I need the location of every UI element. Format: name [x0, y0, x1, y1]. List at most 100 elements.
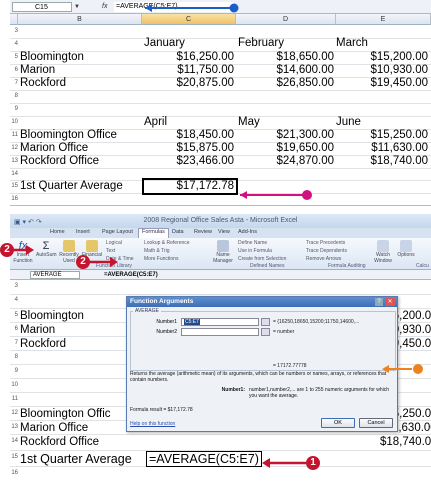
ok-button[interactable]: OK: [321, 418, 355, 428]
number2-input[interactable]: [181, 328, 259, 336]
math-trig-button[interactable]: Math & Trig: [144, 248, 170, 254]
row-number[interactable]: 4: [10, 297, 18, 303]
sales-value[interactable]: $21,300.00: [238, 129, 334, 141]
tab-page-layout[interactable]: Page Layout: [102, 229, 133, 235]
quarter-average-value[interactable]: $17,172.78: [144, 180, 234, 192]
more-functions-button[interactable]: More Functions: [144, 256, 178, 262]
sales-value[interactable]: $26,850.00: [238, 77, 334, 89]
name-box[interactable]: C15: [12, 2, 72, 12]
remove-arrows-button[interactable]: Remove Arrows: [306, 256, 341, 262]
office-name[interactable]: Rockford Office: [20, 155, 99, 167]
insert-function-button[interactable]: fx Insert Function: [12, 240, 34, 264]
sales-value[interactable]: $23,466.00: [144, 155, 234, 167]
collapse-dialog-icon[interactable]: [261, 328, 270, 336]
row-number[interactable]: 9: [10, 368, 18, 374]
close-icon[interactable]: ✕: [385, 298, 395, 306]
trace-precedents-button[interactable]: Trace Precedents: [306, 240, 345, 246]
office-name[interactable]: Bloomington: [20, 310, 84, 322]
tab-insert[interactable]: Insert: [76, 229, 90, 235]
tab-formulas[interactable]: Formulas: [138, 228, 169, 238]
office-name[interactable]: Marion: [20, 64, 55, 76]
sales-value[interactable]: $18,450.00: [144, 129, 234, 141]
month-header[interactable]: June: [336, 116, 361, 128]
sales-value[interactable]: $18,740.00: [336, 155, 428, 167]
logical-button[interactable]: Logical: [106, 240, 122, 246]
row-number[interactable]: 8: [10, 354, 18, 360]
row-number[interactable]: 8: [10, 93, 18, 99]
row-number[interactable]: 15: [10, 183, 18, 189]
autosum-button[interactable]: Σ AutoSum: [36, 240, 57, 258]
column-header-e[interactable]: E: [336, 14, 431, 25]
row-number[interactable]: 15: [10, 454, 18, 460]
row-number[interactable]: 7: [10, 80, 18, 86]
cancel-button[interactable]: Cancel: [359, 418, 393, 428]
collapse-dialog-icon[interactable]: [261, 318, 270, 326]
quarter-average-label[interactable]: 1st Quarter Average: [20, 452, 132, 466]
office-name[interactable]: Bloomington: [20, 51, 84, 63]
sales-value[interactable]: $24,870.00: [238, 155, 334, 167]
row-number[interactable]: 5: [10, 54, 18, 60]
text-button[interactable]: Text: [106, 248, 115, 254]
row-number[interactable]: 12: [10, 145, 18, 151]
sales-value[interactable]: $18,650.00: [238, 51, 334, 63]
formula-input[interactable]: =AVERAGE(C5:E7): [114, 2, 234, 12]
office-name[interactable]: Marion Office: [20, 142, 88, 154]
office-name[interactable]: Marion Office: [20, 422, 88, 434]
row-number[interactable]: 7: [10, 340, 18, 346]
sales-value[interactable]: $18,740.00: [380, 436, 431, 448]
month-header[interactable]: January: [144, 37, 185, 49]
sales-value[interactable]: $16,250.00: [144, 51, 234, 63]
help-on-function-link[interactable]: Help on this function: [130, 421, 175, 427]
formula-input[interactable]: =AVERAGE(C5:E7): [104, 271, 158, 279]
month-header[interactable]: May: [238, 116, 260, 128]
sales-value[interactable]: $19,450.00: [336, 77, 428, 89]
sales-value[interactable]: $15,250.00: [336, 129, 428, 141]
row-number[interactable]: 9: [10, 106, 18, 112]
row-number[interactable]: 16: [10, 196, 18, 202]
office-name[interactable]: Marion: [20, 324, 55, 336]
help-icon[interactable]: ?: [375, 298, 383, 306]
office-name[interactable]: Rockford Office: [20, 436, 99, 448]
options-button[interactable]: Options: [396, 240, 416, 258]
corner-header[interactable]: [10, 14, 18, 25]
office-name[interactable]: Rockford: [20, 338, 66, 350]
quick-access-toolbar[interactable]: ▣ ▾ ↶ ↷: [14, 216, 54, 226]
office-name[interactable]: Bloomington Offic: [20, 408, 111, 420]
row-number[interactable]: 11: [10, 396, 18, 402]
column-header-b[interactable]: B: [18, 14, 142, 25]
name-box[interactable]: AVERAGE: [30, 271, 80, 279]
trace-dependents-button[interactable]: Trace Dependents: [306, 248, 347, 254]
tab-home[interactable]: Home: [50, 229, 65, 235]
column-header-d[interactable]: D: [236, 14, 336, 25]
date-time-button[interactable]: Date & Time: [106, 256, 134, 262]
row-number[interactable]: 11: [10, 132, 18, 138]
create-from-selection-button[interactable]: Create from Selection: [238, 256, 286, 262]
sales-value[interactable]: $20,875.00: [144, 77, 234, 89]
month-header[interactable]: March: [336, 37, 368, 49]
row-number[interactable]: 13: [10, 158, 18, 164]
row-number[interactable]: 10: [10, 382, 18, 388]
row-number[interactable]: 14: [10, 171, 18, 177]
row-number[interactable]: 5: [10, 312, 18, 318]
sales-value[interactable]: $10,930.00: [336, 64, 428, 76]
sales-value[interactable]: $11,750.00: [144, 64, 234, 76]
sales-value[interactable]: $11,630.00: [336, 142, 428, 154]
fx-icon[interactable]: fx: [102, 2, 107, 12]
watch-window-button[interactable]: Watch Window: [372, 240, 394, 264]
row-number[interactable]: 10: [10, 119, 18, 125]
row-number[interactable]: 6: [10, 326, 18, 332]
office-name[interactable]: Rockford: [20, 77, 66, 89]
sales-value[interactable]: $15,875.00: [144, 142, 234, 154]
row-number[interactable]: 3: [10, 283, 18, 289]
row-number[interactable]: 13: [10, 424, 18, 430]
sales-value[interactable]: $19,650.00: [238, 142, 334, 154]
name-manager-button[interactable]: Name Manager: [212, 240, 234, 264]
sales-value[interactable]: $15,200.00: [336, 51, 428, 63]
sales-value[interactable]: $14,600.00: [238, 64, 334, 76]
row-number[interactable]: 3: [10, 28, 18, 34]
lookup-reference-button[interactable]: Lookup & Reference: [144, 240, 190, 246]
tab-add-ins[interactable]: Add-Ins: [238, 229, 257, 235]
define-name-button[interactable]: Define Name: [238, 240, 267, 246]
tab-view[interactable]: View: [218, 229, 230, 235]
name-box-dropdown-icon[interactable]: ▼: [74, 2, 84, 12]
